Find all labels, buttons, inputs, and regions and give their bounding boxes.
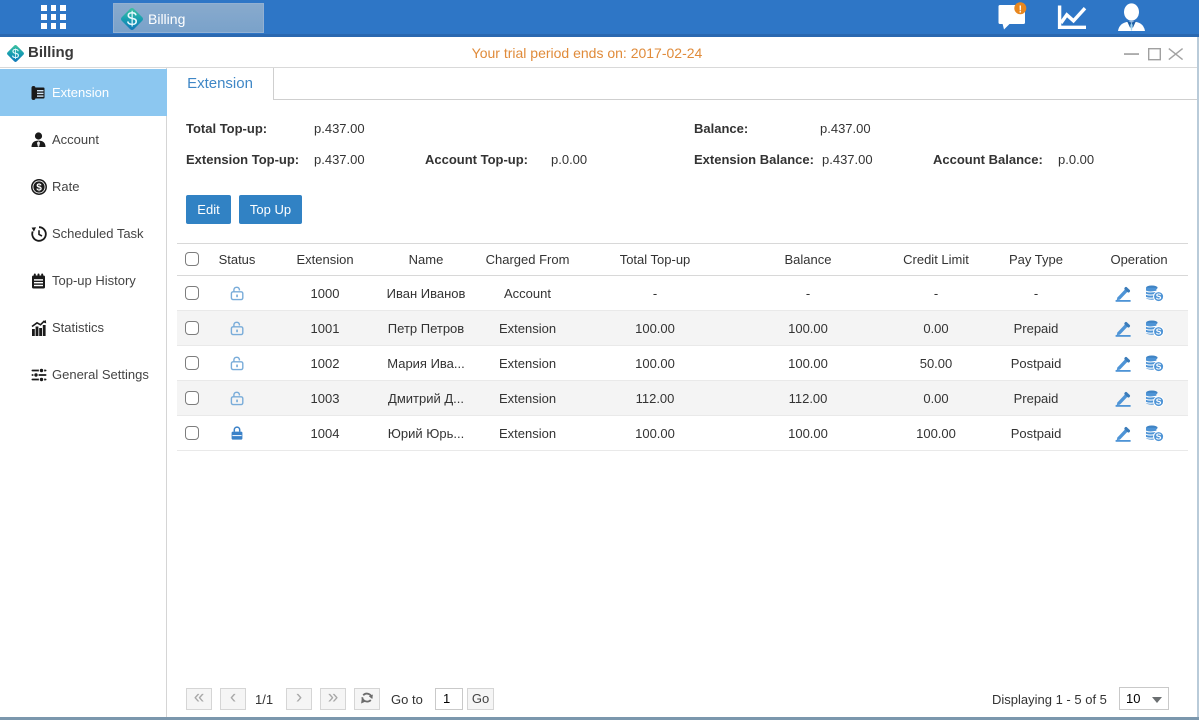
- svg-text:$: $: [127, 10, 138, 31]
- svg-text:!: !: [1019, 4, 1022, 15]
- svg-text:$: $: [36, 183, 42, 194]
